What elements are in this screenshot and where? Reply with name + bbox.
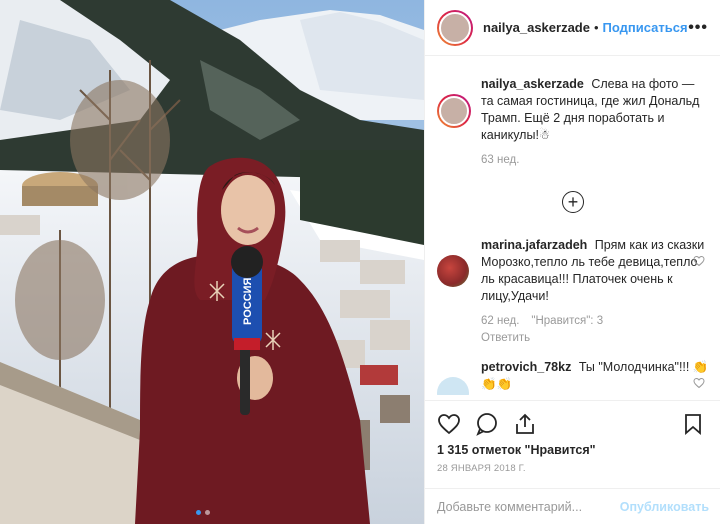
avatar-image [437,377,469,395]
comment-author[interactable]: marina.jafarzadeh [481,238,587,252]
caption-meta: 63 нед. [481,152,709,169]
avatar-image [437,255,469,287]
caption-time[interactable]: 63 нед. [481,152,519,169]
comment-author[interactable]: petrovich_78kz [481,360,571,374]
comment-meta: 62 нед. "Нравится": 3 [481,313,709,330]
caption-author[interactable]: nailya_askerzade [481,77,584,91]
instagram-post: РОССИЯ nailya_askerzade • Подписаться ••… [0,0,720,524]
avatar-image [439,96,469,126]
comment-time[interactable]: 62 нед. [481,313,519,330]
comment-likes[interactable]: "Нравится": 3 [531,313,603,330]
add-comment-bar: Добавьте комментарий... Опубликовать [425,488,720,524]
likes-count[interactable]: 1 315 отметок "Нравится" [437,443,709,457]
comment-body: marina.jafarzadeh Прям как из сказки Мор… [481,237,709,347]
author-avatar[interactable] [437,9,473,46]
follow-button[interactable]: Подписаться [603,20,688,35]
comment-bubble-icon[interactable] [475,412,499,436]
like-comment-heart-icon[interactable] [693,377,705,389]
post-actions: 1 315 отметок "Нравится" 28 января 2018 … [425,400,720,480]
post-photo[interactable]: РОССИЯ [0,0,424,524]
like-comment-heart-icon[interactable] [693,255,705,267]
comment-body: petrovich_78kz Ты "Молодчинка"!!! 👏👏👏 [481,359,709,395]
photo-scene [0,0,424,524]
reply-button[interactable]: Ответить [481,330,709,347]
commenter-avatar[interactable] [437,255,469,347]
commenter-avatar[interactable] [437,377,469,395]
comment-item: marina.jafarzadeh Прям как из сказки Мор… [425,231,720,353]
comments-list: nailya_askerzade Слева на фото — та сама… [425,70,720,395]
caption-avatar[interactable] [437,94,471,169]
comment-item: petrovich_78kz Ты "Молодчинка"!!! 👏👏👏 [425,353,720,395]
microphone-flag-label: РОССИЯ [242,277,254,325]
load-more-comments-button[interactable]: + [425,191,720,213]
comment-input[interactable]: Добавьте комментарий... [437,500,582,514]
plus-circle-icon: + [562,191,584,213]
carousel-dot [196,510,201,515]
post-sidebar: nailya_askerzade • Подписаться ••• naily… [424,0,720,524]
header-separator: • [593,20,599,35]
carousel-indicator [196,510,210,515]
carousel-dot [205,510,210,515]
caption-body: nailya_askerzade Слева на фото — та сама… [481,76,709,169]
publish-button[interactable]: Опубликовать [620,500,709,514]
like-heart-icon[interactable] [437,412,461,436]
share-icon[interactable] [513,412,537,436]
bookmark-icon[interactable] [681,412,705,436]
action-icons [437,407,709,441]
author-username[interactable]: nailya_askerzade [483,20,590,35]
avatar-image [439,11,471,44]
post-header: nailya_askerzade • Подписаться ••• [425,0,720,56]
more-options-icon[interactable]: ••• [688,19,708,37]
post-date: 28 января 2018 г. [437,463,526,474]
caption: nailya_askerzade Слева на фото — та сама… [425,70,720,175]
avatar-ring [437,94,471,128]
